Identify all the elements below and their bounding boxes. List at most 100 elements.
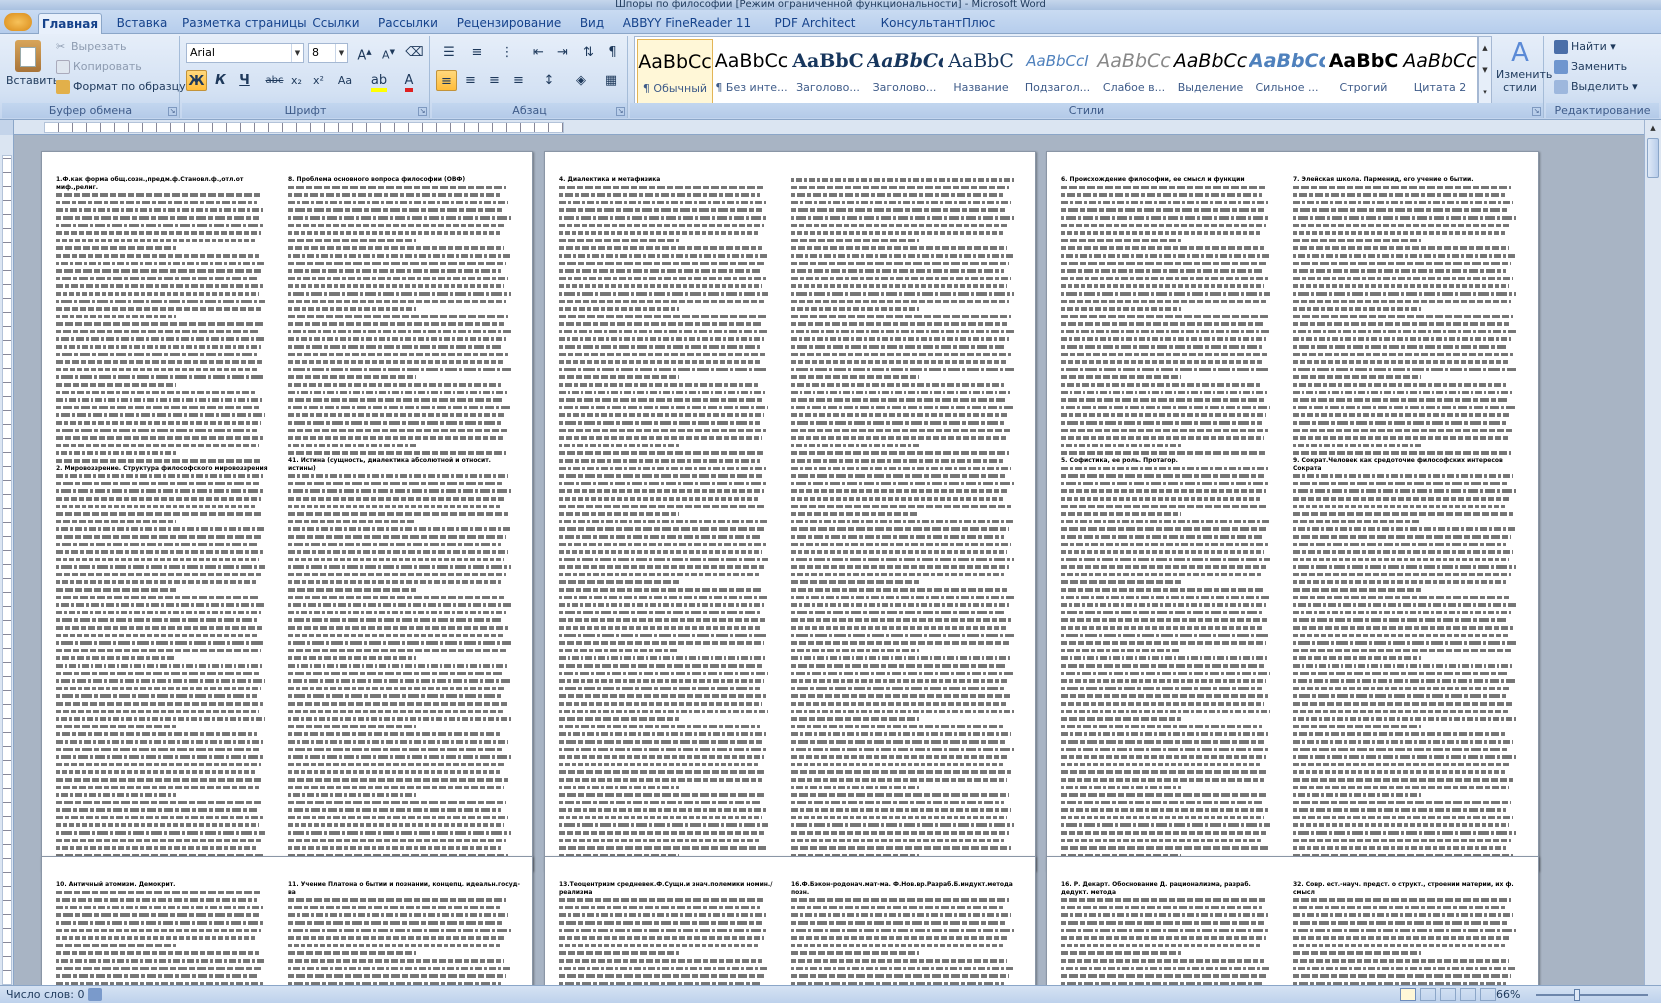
text-line bbox=[288, 411, 520, 419]
tab-consultant[interactable]: КонсультантПлюс bbox=[872, 13, 1004, 34]
document-page[interactable]: 1.Ф.как форма общ.созн.,предм.ф.Становл.… bbox=[41, 151, 533, 871]
strikethrough-button[interactable]: abc bbox=[264, 70, 285, 91]
align-center-icon[interactable]: ≡ bbox=[460, 70, 481, 91]
select-button[interactable]: Выделить ▾ bbox=[1554, 80, 1638, 94]
style-0[interactable]: AaBbCc ¶ Обычный bbox=[637, 39, 713, 105]
replace-button[interactable]: Заменить bbox=[1554, 60, 1627, 74]
office-button[interactable] bbox=[4, 13, 32, 31]
numbering-icon[interactable]: ≡ bbox=[464, 42, 490, 63]
scroll-up-arrow[interactable]: ▲ bbox=[1645, 120, 1661, 136]
style-10[interactable]: AaBbCc Цитата 2 bbox=[1402, 39, 1478, 105]
gallery-scroll[interactable]: ▲ ▼ ▾ bbox=[1478, 36, 1492, 104]
pilcrow-icon[interactable]: ¶ bbox=[602, 42, 623, 63]
document-area[interactable]: 1.Ф.как форма общ.созн.,предм.ф.Становл.… bbox=[15, 135, 1644, 985]
align-right-icon[interactable]: ≡ bbox=[484, 70, 505, 91]
align-left-icon[interactable]: ≡ bbox=[436, 70, 457, 91]
draft-icon[interactable] bbox=[1480, 988, 1496, 1001]
text-line bbox=[288, 434, 520, 442]
zoom-slider-thumb[interactable] bbox=[1574, 989, 1580, 1001]
sort-icon[interactable]: ⇅ bbox=[578, 42, 599, 63]
style-1[interactable]: AaBbCc ¶ Без инте... bbox=[714, 39, 790, 105]
style-7[interactable]: AaBbCc Выделение bbox=[1173, 39, 1249, 105]
proofing-icon[interactable] bbox=[88, 988, 102, 1001]
bold-button[interactable]: Ж bbox=[186, 70, 207, 91]
text-line bbox=[56, 366, 274, 374]
tab-home[interactable]: Главная bbox=[38, 13, 102, 34]
change-styles-button[interactable]: A Изменить стили bbox=[1496, 38, 1552, 94]
full-screen-icon[interactable] bbox=[1420, 988, 1436, 1001]
text-line bbox=[56, 389, 274, 397]
document-page[interactable]: 6. Происхождение философии, ее смысл и ф… bbox=[1046, 151, 1539, 871]
cut-button[interactable]: ✂ Вырезать bbox=[56, 40, 126, 54]
style-4[interactable]: AaBbC Название bbox=[943, 39, 1019, 105]
font-size-combo[interactable]: 8 ▼ bbox=[308, 43, 348, 63]
borders-icon[interactable]: ▦ bbox=[598, 70, 624, 91]
text-line-glyphs bbox=[288, 974, 507, 978]
clear-format-icon[interactable]: ⌫ bbox=[404, 42, 425, 63]
tab-page-layout[interactable]: Разметка страницы bbox=[182, 13, 307, 34]
ruler-corner[interactable] bbox=[0, 120, 14, 135]
text-line bbox=[559, 616, 777, 624]
style-6[interactable]: AaBbCc Слабое в... bbox=[1096, 39, 1172, 105]
document-page[interactable]: 4. Диалектика и метафизика bbox=[544, 151, 1036, 871]
text-line-glyphs bbox=[56, 641, 266, 645]
document-page[interactable]: 10. Античный атомизм. Демокрит. 11. Учени… bbox=[41, 856, 533, 985]
style-9[interactable]: AaBbC Строгий bbox=[1326, 39, 1402, 105]
tab-pdf-architect[interactable]: PDF Architect bbox=[764, 13, 866, 34]
shading-icon[interactable]: ◈ bbox=[568, 70, 594, 91]
format-painter-button[interactable]: Формат по образцу bbox=[56, 80, 186, 94]
justify-icon[interactable]: ≡ bbox=[508, 70, 529, 91]
text-line bbox=[1061, 563, 1279, 571]
find-button[interactable]: Найти ▾ bbox=[1554, 40, 1616, 54]
text-line-glyphs bbox=[288, 253, 511, 258]
document-page[interactable]: 13.Теоцентризм средневек.Ф.Сущн.и знач.п… bbox=[544, 856, 1036, 985]
superscript-button[interactable]: x² bbox=[308, 70, 329, 91]
highlight-icon[interactable]: ab bbox=[366, 70, 392, 92]
multilevel-list-icon[interactable]: ⋮ bbox=[494, 42, 520, 63]
paragraph-launcher[interactable]: ↘ bbox=[616, 107, 625, 116]
web-layout-icon[interactable] bbox=[1440, 988, 1456, 1001]
increase-indent-icon[interactable]: ⇥ bbox=[552, 42, 573, 63]
tab-review[interactable]: Рецензирование bbox=[450, 13, 568, 34]
tab-references[interactable]: Ссылки bbox=[306, 13, 366, 34]
scroll-thumb[interactable] bbox=[1647, 138, 1659, 178]
style-8[interactable]: AaBbCc Сильное ... bbox=[1249, 39, 1325, 105]
zoom-level[interactable]: 66% bbox=[1496, 986, 1520, 1003]
style-3[interactable]: AaBbCc Заголово... bbox=[867, 39, 943, 105]
font-launcher[interactable]: ↘ bbox=[418, 107, 427, 116]
tab-mailings[interactable]: Рассылки bbox=[372, 13, 444, 34]
text-line bbox=[56, 480, 274, 488]
italic-button[interactable]: К bbox=[210, 70, 231, 91]
zoom-slider[interactable] bbox=[1536, 989, 1648, 1001]
shrink-font-button[interactable]: A▼ bbox=[378, 42, 399, 63]
change-case-button[interactable]: Aa bbox=[332, 70, 358, 91]
font-color-icon[interactable]: A bbox=[396, 70, 422, 92]
vertical-scrollbar[interactable]: ▲ bbox=[1644, 120, 1661, 985]
paste-button[interactable]: Вставить bbox=[6, 40, 59, 100]
clipboard-launcher[interactable]: ↘ bbox=[168, 107, 177, 116]
outline-icon[interactable] bbox=[1460, 988, 1476, 1001]
tab-view[interactable]: Вид bbox=[574, 13, 610, 34]
document-page[interactable]: 16. Р. Декарт. Обоснование Д. рационализ… bbox=[1046, 856, 1539, 985]
text-line bbox=[1061, 320, 1279, 328]
style-5[interactable]: AaBbCcI Подзагол... bbox=[1020, 39, 1096, 105]
horizontal-ruler[interactable] bbox=[0, 120, 1661, 135]
line-spacing-icon[interactable]: ↕ bbox=[536, 70, 562, 91]
underline-button[interactable]: Ч bbox=[234, 70, 255, 91]
print-layout-icon[interactable] bbox=[1400, 988, 1416, 1001]
decrease-indent-icon[interactable]: ⇤ bbox=[528, 42, 549, 63]
text-line-glyphs bbox=[1293, 443, 1421, 448]
word-count[interactable]: Число слов: 0 bbox=[6, 986, 85, 1003]
subscript-button[interactable]: x₂ bbox=[286, 70, 307, 91]
style-2[interactable]: AaBbC Заголово... bbox=[790, 39, 866, 105]
copy-button[interactable]: Копировать bbox=[56, 60, 142, 74]
tab-abbyy[interactable]: ABBYY FineReader 11 bbox=[616, 13, 758, 34]
grow-font-button[interactable]: A▲ bbox=[354, 42, 375, 63]
font-name-combo[interactable]: Arial ▼ bbox=[186, 43, 304, 63]
styles-launcher[interactable]: ↘ bbox=[1532, 107, 1541, 116]
text-line-glyphs bbox=[559, 958, 762, 963]
vertical-ruler[interactable] bbox=[0, 135, 14, 985]
text-line bbox=[791, 677, 1023, 685]
bullets-icon[interactable]: ☰ bbox=[436, 42, 462, 63]
tab-insert[interactable]: Вставка bbox=[108, 13, 176, 34]
